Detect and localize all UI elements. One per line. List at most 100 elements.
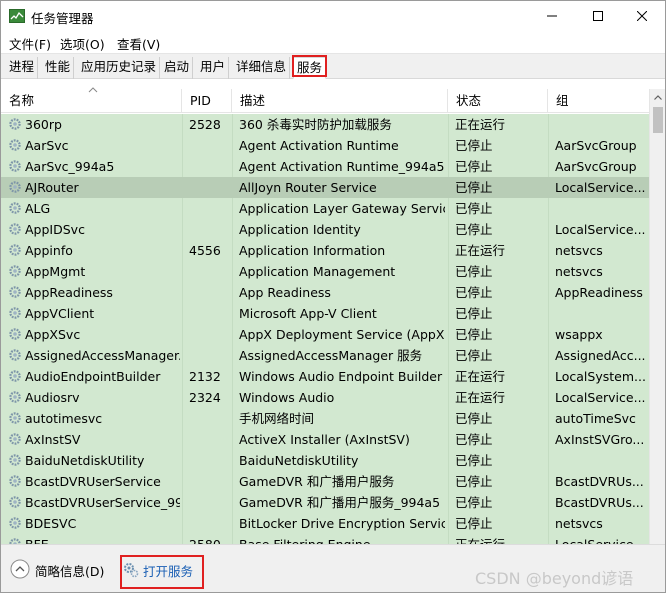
cell-status: 已停止 (455, 285, 493, 300)
cell-pid: 2324 (189, 390, 221, 405)
service-gear-icon (8, 453, 22, 467)
tab-users[interactable]: 用户 (197, 57, 230, 79)
cell-pid (189, 324, 229, 345)
services-table-body: 360rp 2528 360 杀毒实时防护加载服务 正在运行 AarSvc Agent A… (1, 114, 649, 544)
service-gear-icon (8, 201, 22, 215)
service-row[interactable]: AssignedAccessManager... AssignedAccessMa… (1, 345, 649, 366)
cell-status: 已停止 (455, 306, 493, 321)
cell-pid (189, 408, 229, 429)
column-header-pid[interactable]: PID (182, 89, 232, 113)
cell-description: AppX Deployment Service (AppX... (239, 327, 445, 342)
cell-pid (189, 156, 229, 177)
cell-name: BFE (25, 534, 180, 544)
service-row[interactable]: AudioEndpointBuilder 2132 Windows Audio En… (1, 366, 649, 387)
cell-name: AppReadiness (25, 285, 113, 300)
tab-startup[interactable]: 启动 (161, 57, 194, 79)
title-bar[interactable]: 任务管理器 (1, 1, 665, 31)
column-header-description[interactable]: 描述 (232, 89, 448, 113)
cell-name: AssignedAccessManager... (25, 348, 180, 363)
cell-pid (189, 345, 229, 366)
cell-name: AJRouter (25, 180, 79, 195)
cell-description: AllJoyn Router Service (239, 180, 377, 195)
service-row[interactable]: Audiosrv 2324 Windows Audio 正在运行 LocalServic… (1, 387, 649, 408)
service-gear-icon (8, 264, 22, 278)
cell-description: BitLocker Drive Encryption Service (239, 516, 445, 531)
service-gear-icon (8, 327, 22, 341)
close-button[interactable] (619, 1, 665, 31)
cell-status: 已停止 (455, 159, 493, 174)
menu-view[interactable]: 查看(V) (117, 34, 160, 53)
menu-file[interactable]: 文件(F) (9, 34, 51, 53)
service-gear-icon (8, 306, 22, 320)
cell-name: AarSvc (25, 138, 69, 153)
cell-group: LocalService... (555, 222, 646, 237)
cell-pid: 2528 (189, 117, 221, 132)
service-row[interactable]: BDESVC BitLocker Drive Encryption Service… (1, 513, 649, 534)
tab-processes[interactable]: 进程 (6, 57, 39, 79)
service-row[interactable]: Appinfo 4556 Application Information 正在运行 ne… (1, 240, 649, 261)
fewer-details-link[interactable]: 简略信息(D) (35, 561, 104, 580)
cell-status: 已停止 (455, 432, 493, 447)
service-gear-icon (8, 243, 22, 257)
service-row[interactable]: AarSvc_994a5 Agent Activation Runtime_994… (1, 156, 649, 177)
service-row[interactable]: 360rp 2528 360 杀毒实时防护加载服务 正在运行 (1, 114, 649, 135)
tab-services[interactable]: 服务 (293, 57, 327, 79)
cell-name: BcastDVRUserService_99... (25, 495, 180, 510)
column-header-status[interactable]: 状态 (448, 89, 548, 113)
cell-group: LocalService... (555, 180, 646, 195)
cell-description: Agent Activation Runtime (239, 138, 399, 153)
cell-group: wsappx (555, 327, 603, 342)
cell-pid (189, 450, 229, 471)
service-row[interactable]: BcastDVRUserService_99... GameDVR 和广播用户服务… (1, 492, 649, 513)
tab-details[interactable]: 详细信息 (233, 57, 291, 79)
service-gear-icon (8, 285, 22, 299)
cell-name: AppIDSvc (25, 222, 85, 237)
tab-app-history[interactable]: 应用历史记录 (78, 57, 161, 79)
vertical-scrollbar[interactable] (649, 89, 665, 544)
scrollbar-thumb[interactable] (653, 107, 663, 133)
chevron-up-icon (654, 94, 662, 100)
service-row[interactable]: AppXSvc AppX Deployment Service (AppX... 已… (1, 324, 649, 345)
cell-description: Application Identity (239, 222, 361, 237)
menu-options[interactable]: 选项(O) (60, 34, 105, 53)
cell-group: AarSvcGroup (555, 138, 637, 153)
minimize-button[interactable] (529, 1, 575, 31)
cell-pid (189, 429, 229, 450)
cell-description: App Readiness (239, 285, 331, 300)
cell-name: ALG (25, 201, 51, 216)
service-gear-icon (8, 369, 22, 383)
service-row[interactable]: AppVClient Microsoft App-V Client 已停止 (1, 303, 649, 324)
cell-status: 正在运行 (455, 369, 506, 384)
tab-performance[interactable]: 性能 (42, 57, 75, 79)
cell-status: 已停止 (455, 516, 493, 531)
service-row[interactable]: AppReadiness App Readiness 已停止 AppReadiness (1, 282, 649, 303)
service-row[interactable]: AppMgmt Application Management 已停止 netsvcs (1, 261, 649, 282)
service-gear-icon (8, 348, 22, 362)
cell-status: 已停止 (455, 453, 493, 468)
service-row[interactable]: ALG Application Layer Gateway Service 已停止 (1, 198, 649, 219)
chevron-up-circle-icon[interactable] (10, 559, 30, 579)
maximize-button[interactable] (575, 1, 621, 31)
service-row[interactable]: autotimesvc 手机网络时间 已停止 autoTimeSvc (1, 408, 649, 429)
cell-status: 已停止 (455, 264, 493, 279)
service-row[interactable]: BFE 2580 Base Filtering Engine 正在运行 LocalSer… (1, 534, 649, 544)
menu-bar: 文件(F) 选项(O) 查看(V) (1, 31, 665, 53)
cell-group: AppReadiness (555, 285, 643, 300)
scroll-up-button[interactable] (650, 89, 666, 105)
tab-bar: 进程 性能 应用历史记录 启动 用户 详细信息 服务 (1, 53, 665, 79)
service-row[interactable]: AarSvc Agent Activation Runtime 已停止 AarSvcG… (1, 135, 649, 156)
services-gear-icon (124, 563, 139, 578)
service-row[interactable]: BaiduNetdiskUtility BaiduNetdiskUtility 已停… (1, 450, 649, 471)
minimize-icon (547, 15, 557, 17)
cell-name: AppMgmt (25, 264, 86, 279)
cell-name: AarSvc_994a5 (25, 159, 115, 174)
service-row[interactable]: AppIDSvc Application Identity 已停止 LocalServ… (1, 219, 649, 240)
cell-pid: 2580 (189, 534, 229, 544)
service-row[interactable]: BcastDVRUserService GameDVR 和广播用户服务 已停止 Bca… (1, 471, 649, 492)
column-header-group[interactable]: 组 (548, 89, 649, 113)
service-row[interactable]: AxInstSV ActiveX Installer (AxInstSV) 已停止 A… (1, 429, 649, 450)
cell-pid (189, 303, 229, 324)
cell-description: GameDVR 和广播用户服务_994a5 (239, 495, 441, 510)
service-row[interactable]: AJRouter AllJoyn Router Service 已停止 LocalSe… (1, 177, 649, 198)
window-title: 任务管理器 (31, 11, 94, 26)
